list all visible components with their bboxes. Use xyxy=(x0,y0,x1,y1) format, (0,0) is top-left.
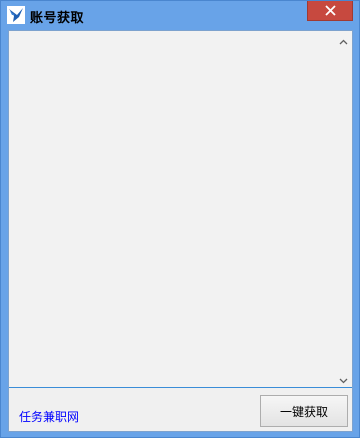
close-icon xyxy=(324,1,336,20)
account-output-textarea[interactable] xyxy=(9,31,352,388)
chevron-up-icon xyxy=(339,30,348,49)
chevron-down-icon xyxy=(339,369,348,388)
bird-logo-icon xyxy=(7,6,25,24)
title-bar[interactable]: 账号获取 xyxy=(1,1,359,30)
scroll-up-button[interactable] xyxy=(335,31,352,48)
window-title: 账号获取 xyxy=(30,11,85,26)
fetch-accounts-button[interactable]: 一键获取 xyxy=(260,395,348,427)
close-button[interactable] xyxy=(307,1,353,21)
app-window: 账号获取 任务兼职网 一键获取 xyxy=(0,0,360,438)
scroll-down-button[interactable] xyxy=(335,370,352,387)
window-client-area: 任务兼职网 一键获取 xyxy=(8,30,353,432)
job-site-link[interactable]: 任务兼职网 xyxy=(19,408,79,425)
vertical-scrollbar[interactable] xyxy=(335,31,352,387)
fetch-button-label: 一键获取 xyxy=(279,404,328,419)
